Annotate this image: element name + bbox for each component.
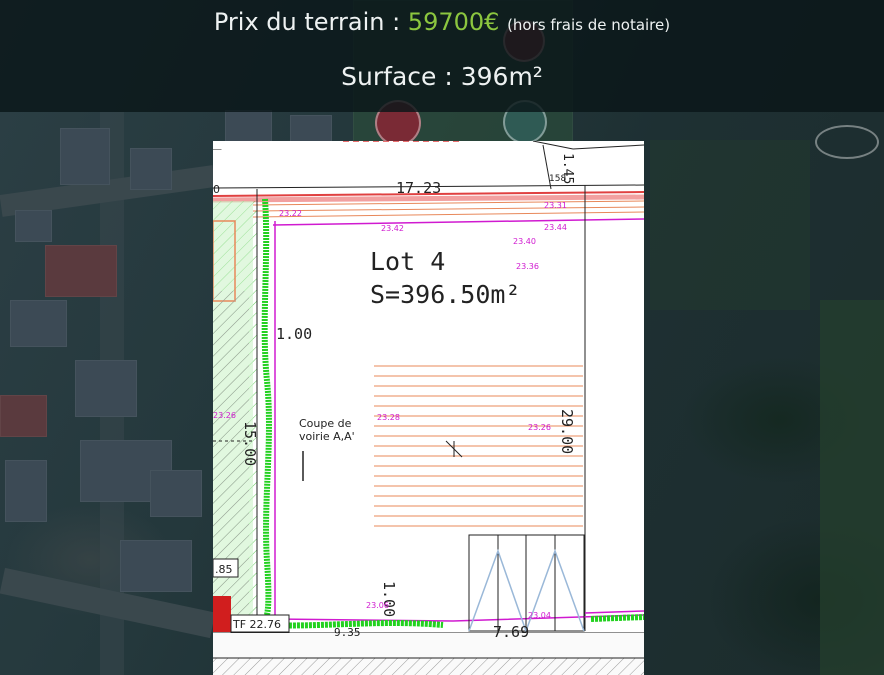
level-point: 23.44 bbox=[544, 223, 567, 232]
level-point: 23.42 bbox=[381, 224, 404, 233]
lot-plan-drawing bbox=[213, 141, 644, 675]
cut-label-line1: Coupe de bbox=[299, 417, 352, 430]
level-point: 23.26 bbox=[213, 411, 236, 420]
level-point: 23.04 bbox=[528, 611, 551, 620]
header-banner: Prix du terrain : 59700€ (hors frais de … bbox=[0, 0, 884, 112]
level-point: 23.28 bbox=[377, 413, 400, 422]
lot-area: S=396.50m² bbox=[370, 280, 521, 309]
dim-bottom: 7.69 bbox=[493, 623, 530, 641]
lot-plan-image[interactable]: Lot 4 S=396.50m² 17.23 29.00 15.00 1.00 … bbox=[213, 141, 644, 675]
dim-bottom-left: 9.35 bbox=[334, 626, 361, 639]
dim-offset-bottom: 1.00 bbox=[380, 581, 398, 618]
level-point: 23.06 bbox=[366, 601, 389, 610]
level-point: 23.22 bbox=[279, 209, 302, 218]
ref-label: TF 22.76 bbox=[233, 618, 282, 631]
dim-offset-left: 1.00 bbox=[276, 325, 313, 343]
dim-left-side: 15.00 bbox=[241, 421, 259, 467]
level-point: 23.26 bbox=[528, 423, 551, 432]
price-line: Prix du terrain : 59700€ (hors frais de … bbox=[0, 8, 884, 36]
lot-title: Lot 4 bbox=[370, 247, 446, 276]
level-point: 23.31 bbox=[544, 201, 567, 210]
side-box-label: .85 bbox=[215, 563, 233, 576]
left-mark: 0 bbox=[213, 183, 220, 196]
surface-line: Surface : 396m² bbox=[341, 62, 543, 91]
price-note: (hors frais de notaire) bbox=[507, 16, 671, 34]
level-point: 23.36 bbox=[516, 262, 539, 271]
dim-top: 17.23 bbox=[396, 179, 442, 197]
corner-label: 158 bbox=[549, 174, 567, 184]
price-value: 59700€ bbox=[407, 8, 500, 36]
price-label: Prix du terrain : bbox=[213, 8, 408, 36]
level-point: 23.40 bbox=[513, 237, 536, 246]
dim-right-side: 29.00 bbox=[558, 409, 576, 455]
cut-label-line2: voirie A,A' bbox=[299, 430, 355, 443]
